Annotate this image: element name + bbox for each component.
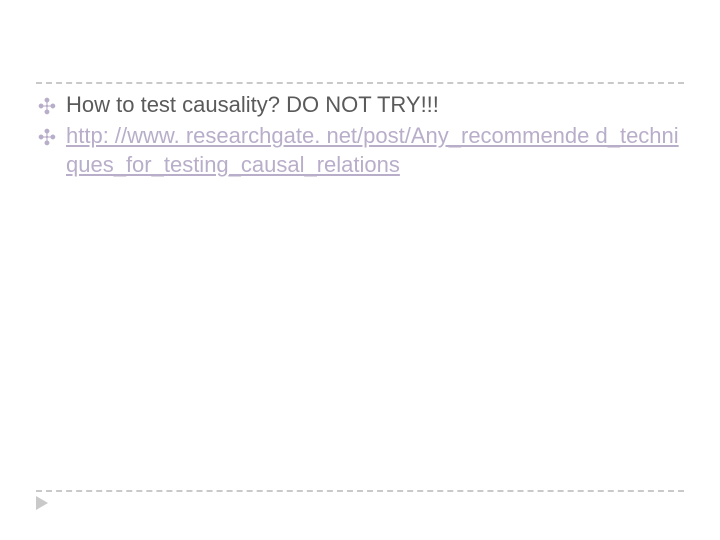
bullet-icon: ✣ (36, 92, 58, 121)
arrow-icon (36, 496, 48, 510)
divider-top (36, 82, 684, 84)
hyperlink[interactable]: http: //www. researchgate. net/post/Any_… (66, 123, 679, 177)
list-item-text: How to test causality? DO NOT TRY!!! (66, 92, 439, 117)
list-item: ✣ How to test causality? DO NOT TRY!!! (36, 90, 684, 119)
bullet-list: ✣ How to test causality? DO NOT TRY!!! ✣… (36, 90, 684, 181)
divider-bottom (36, 490, 684, 492)
list-item: ✣ http: //www. researchgate. net/post/An… (36, 121, 684, 179)
bullet-icon: ✣ (36, 123, 58, 152)
slide: ✣ How to test causality? DO NOT TRY!!! ✣… (0, 0, 720, 540)
